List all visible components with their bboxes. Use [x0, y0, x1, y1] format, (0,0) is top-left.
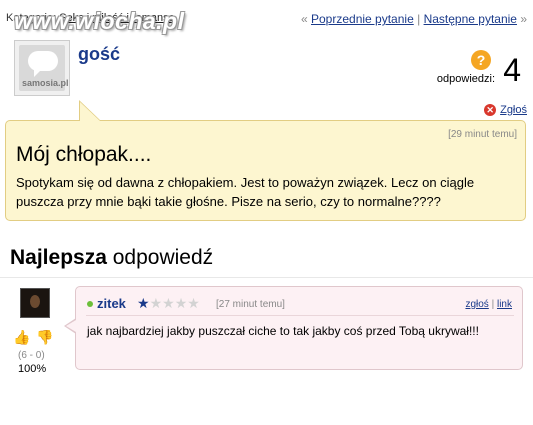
star-empty-icon: ★ — [162, 295, 175, 311]
best-answer-heading: Najlepsza odpowiedź — [10, 246, 213, 270]
thumb-up-icon[interactable]: 👍 — [13, 328, 31, 346]
report-x-icon: ✕ — [484, 104, 497, 117]
answers-counter: ? odpowiedzi: 4 — [421, 50, 521, 90]
question-bubble-tail-inner — [80, 102, 100, 121]
star-empty-icon: ★ — [149, 295, 163, 311]
star-empty-icon: ★ — [174, 295, 188, 311]
speech-bubble-icon — [28, 51, 58, 77]
answerer-avatar[interactable] — [20, 288, 50, 318]
answers-count: 4 — [503, 52, 521, 88]
report-answer-link[interactable]: zgłoś — [465, 299, 488, 310]
best-heading-rest: odpowiedź — [106, 246, 214, 269]
next-question-link[interactable]: Następne pytanie — [424, 12, 517, 26]
answer-bubble-tail-inner — [66, 320, 76, 332]
question-navigation: « Poprzednie pytanie | Następne pytanie … — [301, 12, 527, 26]
answer-box: zitek ★★★★★ [27 minut temu] zgłoś | link… — [75, 286, 523, 370]
answer-links-separator: | — [491, 299, 495, 310]
rating-stars: ★★★★★ — [137, 295, 200, 312]
watermark-logo: www.wiocha.pl — [14, 8, 185, 34]
question-time: [29 minut temu] — [448, 129, 517, 140]
nav-left-arrow: « — [300, 12, 308, 26]
report-link[interactable]: Zgłoś — [500, 104, 527, 116]
avatar-site-label: samosia.pl — [22, 78, 69, 88]
question-body: Spotykam się od dawna z chłopakiem. Jest… — [16, 175, 475, 209]
approval-percent: 100% — [18, 363, 47, 375]
answer-author[interactable]: zitek — [97, 296, 126, 311]
answer-separator — [86, 315, 514, 316]
question-box: [29 minut temu] Mój chłopak.... Spotykam… — [5, 120, 526, 221]
nav-right-arrow: » — [520, 12, 527, 26]
prev-question-link[interactable]: Poprzednie pytanie — [311, 12, 414, 26]
thumb-down-icon[interactable]: 👎 — [36, 328, 54, 346]
star-filled-icon: ★ — [137, 295, 150, 311]
star-empty-icon: ★ — [187, 295, 200, 311]
section-divider — [0, 277, 533, 278]
question-badge-icon: ? — [471, 50, 491, 70]
online-status-icon — [87, 301, 93, 307]
answer-permalink[interactable]: link — [497, 299, 512, 310]
answer-time: [27 minut temu] — [216, 299, 285, 310]
avatar-face — [30, 295, 40, 308]
vote-tally: (6 - 0) — [18, 350, 45, 361]
question-title: Mój chłopak.... — [16, 143, 152, 166]
avatar-placeholder: samosia.pl — [19, 45, 69, 91]
answer-body: jak najbardziej jakby puszczał ciche to … — [87, 324, 479, 338]
asker-avatar[interactable]: samosia.pl — [14, 40, 70, 96]
answers-label: odpowiedzi: — [436, 73, 495, 85]
best-heading-bold: Najlepsza — [10, 246, 107, 269]
report-question[interactable]: ✕ Zgłoś — [484, 104, 527, 117]
nav-separator: | — [417, 12, 421, 26]
answer-actions: zgłoś | link — [465, 299, 512, 310]
asker-name[interactable]: gość — [78, 44, 120, 65]
top-bar: Kategoria: Seks i miłość i romanse www.w… — [0, 0, 533, 34]
